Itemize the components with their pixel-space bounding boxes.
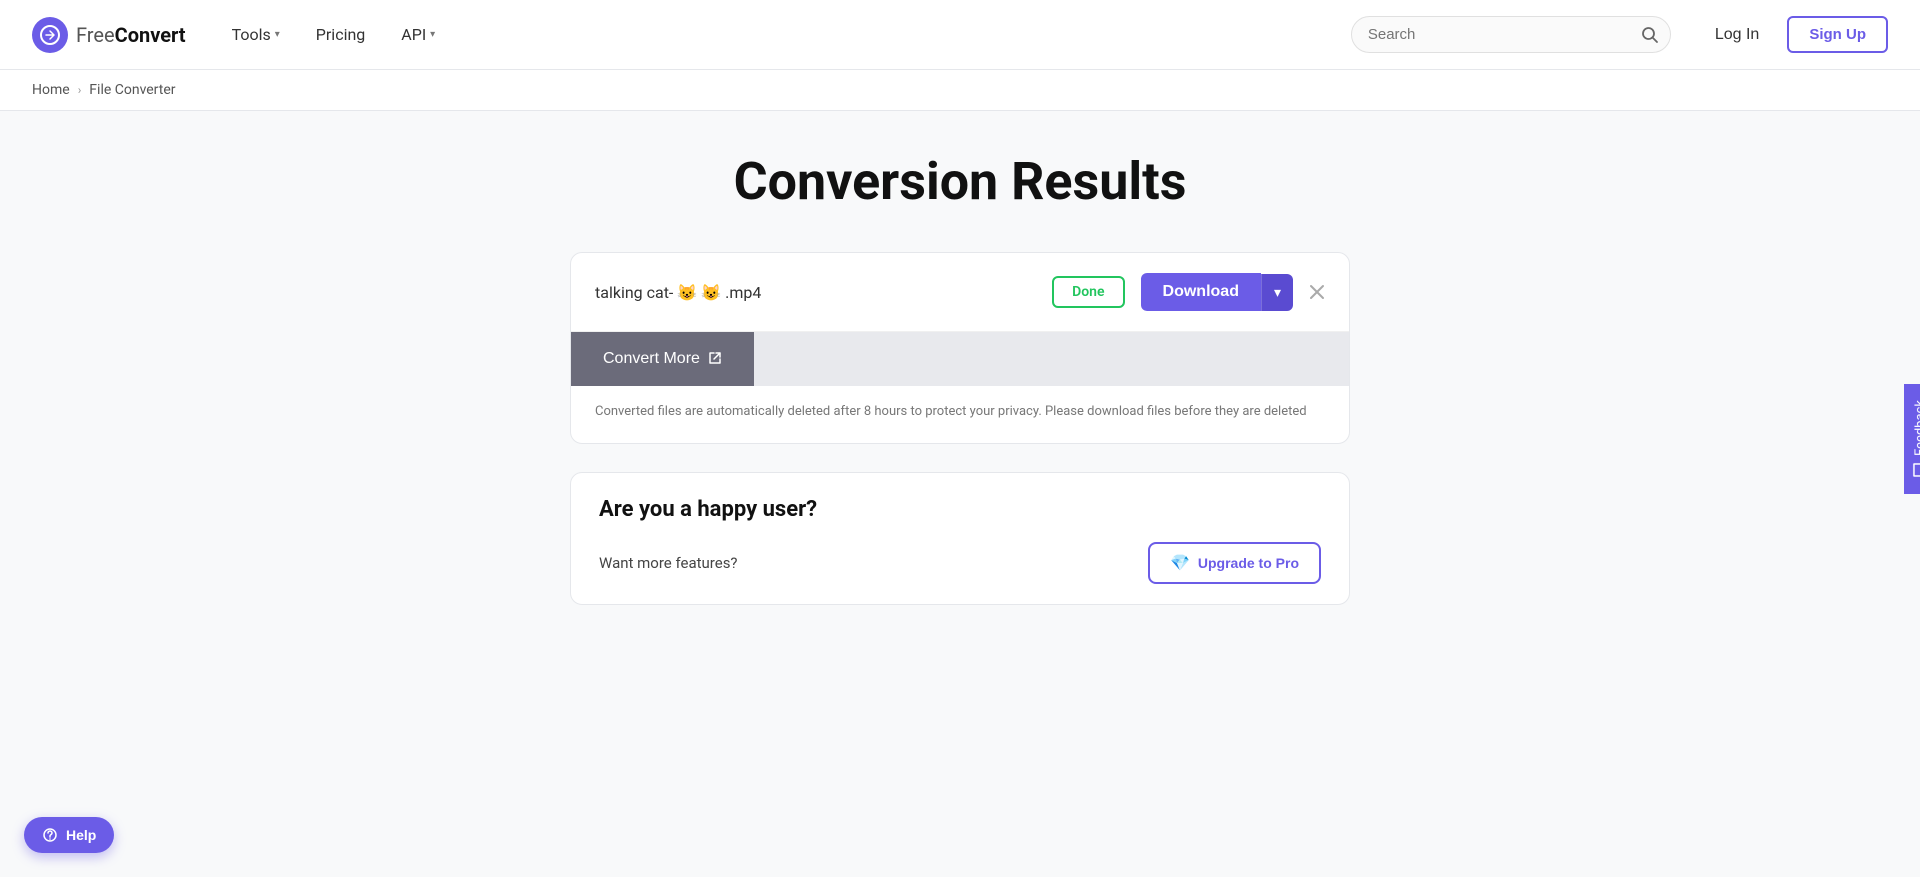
close-icon — [1309, 284, 1325, 300]
file-row: talking cat- 😺 😺 .mp4 Done Download ▾ — [571, 253, 1349, 332]
happy-user-card: Are you a happy user? Want more features… — [570, 472, 1350, 605]
happy-card-title: Are you a happy user? — [571, 473, 1349, 522]
breadcrumb-separator: › — [78, 83, 82, 97]
convert-more-label: Convert More — [603, 350, 700, 368]
breadcrumb-current: File Converter — [89, 82, 175, 98]
api-chevron-icon: ▾ — [430, 29, 435, 40]
caret-down-icon: ▾ — [1274, 284, 1281, 301]
logo-free-text: Free — [76, 23, 115, 47]
breadcrumb: Home › File Converter — [0, 70, 1920, 111]
search-input[interactable] — [1351, 16, 1671, 53]
search-button[interactable] — [1641, 26, 1659, 44]
want-features-label: Want more features? — [599, 554, 738, 572]
download-caret-button[interactable]: ▾ — [1261, 274, 1293, 311]
download-group: Download ▾ — [1141, 273, 1293, 311]
convert-more-button[interactable]: Convert More — [571, 332, 754, 386]
page-title: Conversion Results — [0, 151, 1920, 212]
nav-tools[interactable]: Tools ▾ — [218, 17, 294, 52]
upgrade-label: Upgrade to Pro — [1198, 555, 1299, 571]
nav-pricing[interactable]: Pricing — [302, 17, 380, 52]
help-label: Help — [66, 827, 96, 843]
logo[interactable]: FreeConvert — [32, 17, 186, 53]
file-conversion-card: talking cat- 😺 😺 .mp4 Done Download ▾ Co… — [570, 252, 1350, 444]
done-badge: Done — [1052, 276, 1124, 308]
breadcrumb-home[interactable]: Home — [32, 82, 70, 98]
tools-chevron-icon: ▾ — [275, 29, 280, 40]
nav-links: Tools ▾ Pricing API ▾ — [218, 17, 1319, 52]
close-button[interactable] — [1309, 284, 1325, 300]
help-button[interactable]: Help — [24, 817, 114, 853]
nav-api-label: API — [401, 25, 426, 44]
feedback-icon — [1912, 461, 1920, 477]
help-icon — [42, 827, 58, 843]
convert-more-area: Convert More — [571, 332, 1349, 386]
privacy-notice: Converted files are automatically delete… — [571, 386, 1349, 443]
logo-icon — [32, 17, 68, 53]
diamond-icon: 💎 — [1170, 553, 1190, 573]
feedback-button[interactable]: Feedback — [1904, 384, 1920, 494]
nav-auth: Log In Sign Up — [1703, 16, 1888, 53]
nav-api[interactable]: API ▾ — [387, 17, 449, 52]
search-area — [1351, 16, 1671, 53]
logo-convert-text: Convert — [115, 23, 186, 47]
download-button[interactable]: Download — [1141, 273, 1261, 311]
navbar: FreeConvert Tools ▾ Pricing API ▾ Log In… — [0, 0, 1920, 70]
file-name: talking cat- 😺 😺 .mp4 — [595, 283, 1036, 302]
nav-pricing-label: Pricing — [316, 25, 366, 44]
main-content: Conversion Results talking cat- 😺 😺 .mp4… — [0, 111, 1920, 868]
happy-card-body: Want more features? 💎 Upgrade to Pro — [571, 522, 1349, 604]
external-link-icon — [708, 351, 722, 368]
signup-button[interactable]: Sign Up — [1787, 16, 1888, 53]
upgrade-button[interactable]: 💎 Upgrade to Pro — [1148, 542, 1321, 584]
search-icon — [1641, 26, 1659, 44]
feedback-label: Feedback — [1913, 400, 1920, 456]
login-button[interactable]: Log In — [1703, 18, 1771, 52]
nav-tools-label: Tools — [232, 25, 271, 44]
